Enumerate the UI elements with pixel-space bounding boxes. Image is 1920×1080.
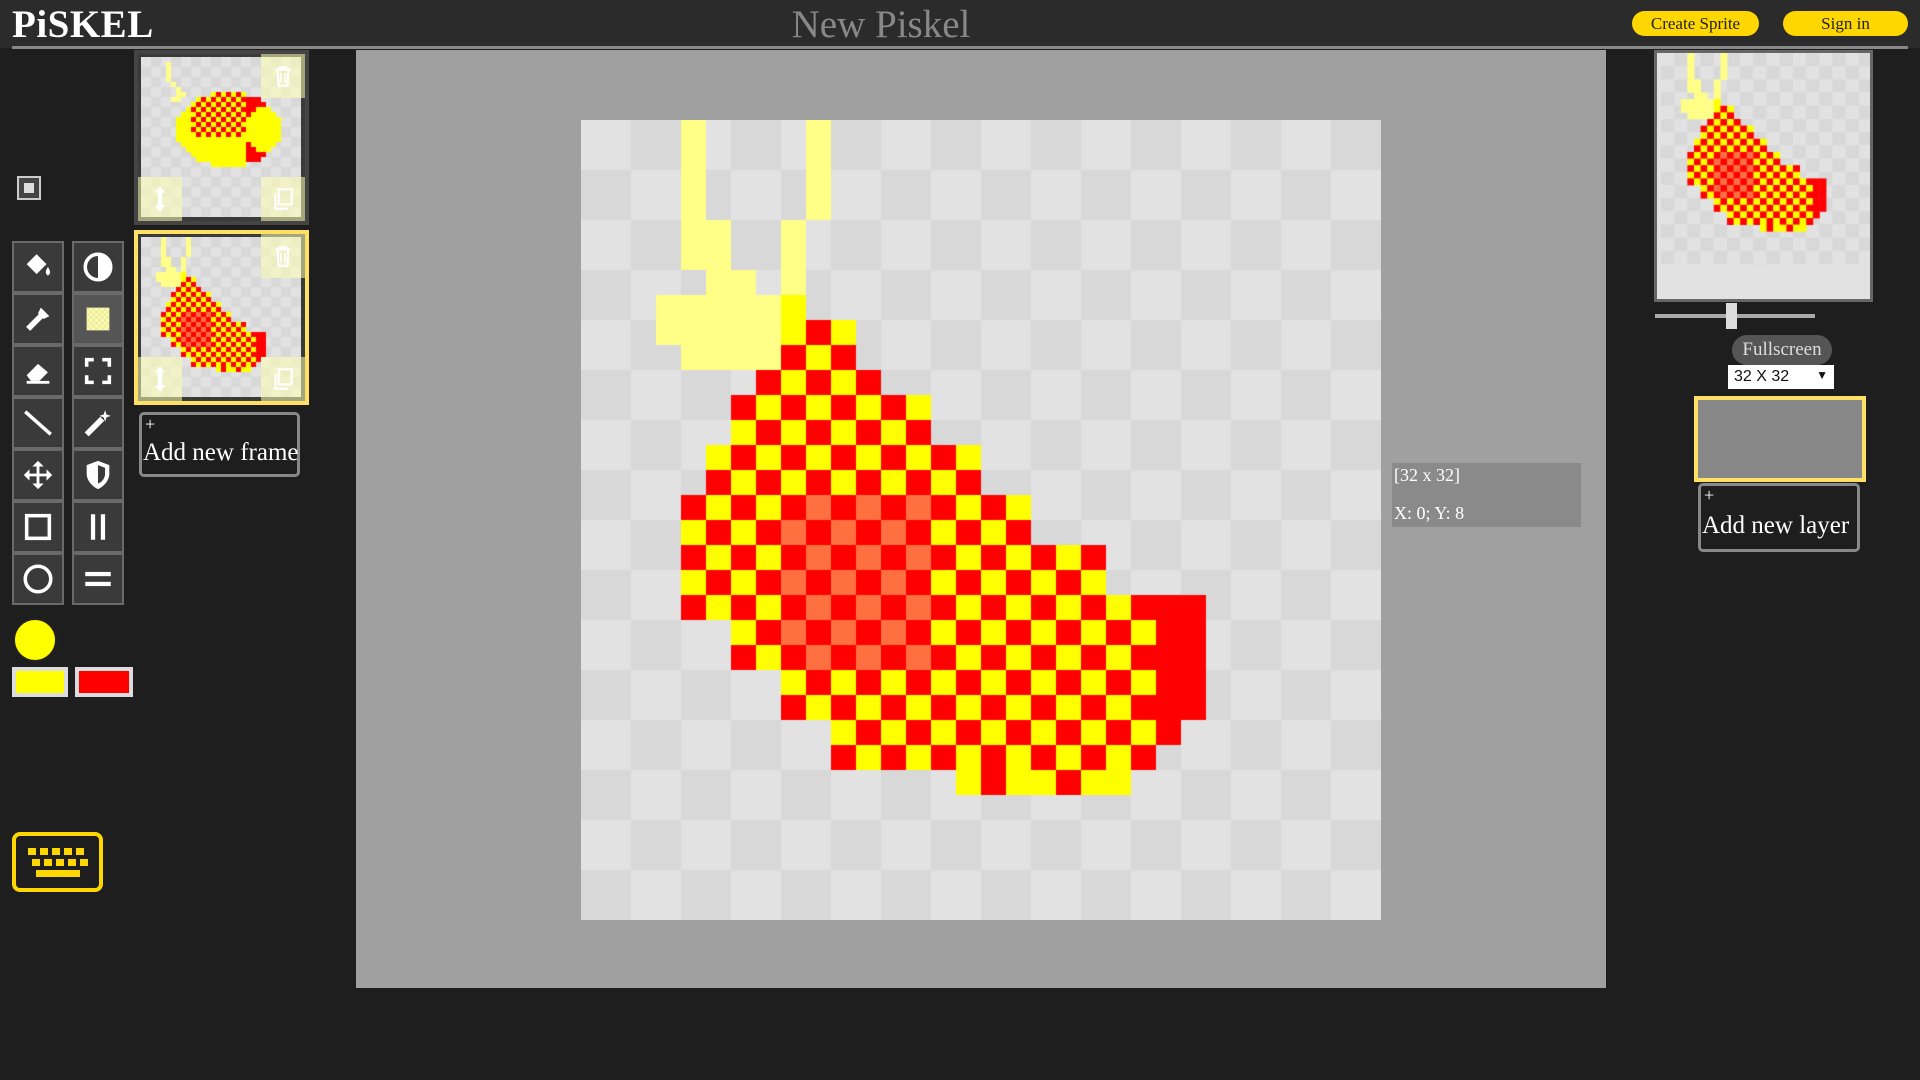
horizontal-mirror-pen-icon[interactable] [72, 553, 124, 605]
frame-thumbnail-2[interactable] [134, 230, 309, 405]
canvas-size-readout: [32 x 32] [1394, 465, 1460, 485]
line-tool-icon[interactable] [12, 397, 64, 449]
add-new-layer-button[interactable]: + Add new layer [1698, 483, 1860, 552]
lighten-tool-icon[interactable] [72, 241, 124, 293]
add-layer-label: Add new layer [1702, 512, 1850, 539]
add-frame-label: Add new frame [143, 439, 299, 466]
header-divider [12, 46, 1908, 49]
toggle-tools-icon[interactable] [17, 176, 41, 200]
drag-frame-icon[interactable] [138, 357, 182, 401]
layer-item[interactable] [1694, 396, 1866, 482]
eraser-tool-icon[interactable] [12, 345, 64, 397]
preview-size-value: 32 X 32 [1734, 368, 1790, 385]
dithering-tool-icon[interactable] [72, 293, 124, 345]
rectangle-select-tool-icon[interactable] [72, 345, 124, 397]
create-sprite-button[interactable]: Create Sprite [1632, 11, 1759, 36]
delete-frame-icon[interactable] [261, 54, 305, 98]
header: PiSKEL New Piskel Create Sprite Sign in [0, 0, 1920, 48]
duplicate-frame-icon[interactable] [261, 177, 305, 221]
vertical-mirror-pen-icon[interactable] [72, 501, 124, 553]
duplicate-frame-icon[interactable] [261, 357, 305, 401]
document-title[interactable]: New Piskel [0, 2, 1762, 47]
secondary-color-swatch[interactable] [75, 667, 133, 697]
add-new-frame-button[interactable]: + Add new frame [139, 412, 300, 477]
fps-slider-handle[interactable] [1726, 303, 1737, 329]
sign-in-button[interactable]: Sign in [1783, 11, 1908, 36]
paint-bucket-tool-icon[interactable] [12, 241, 64, 293]
magic-wand-tool-icon[interactable] [72, 397, 124, 449]
plus-icon: + [1704, 485, 1715, 505]
primary-color-swatch[interactable] [12, 667, 68, 697]
fullscreen-button[interactable]: Fullscreen [1732, 335, 1832, 365]
frame-thumbnail-1[interactable] [134, 50, 309, 225]
current-color-indicator [13, 618, 57, 662]
shape-select-tool-icon[interactable] [72, 449, 124, 501]
delete-frame-icon[interactable] [261, 234, 305, 278]
dropdown-arrow-icon: ▼ [1816, 368, 1828, 382]
animation-preview[interactable] [1654, 50, 1873, 302]
eyedropper-tool-icon[interactable] [12, 293, 64, 345]
plus-icon: + [145, 414, 156, 434]
cursor-info-panel: [32 x 32] X: 0; Y: 8 [1392, 463, 1581, 527]
cursor-coordinates-readout: X: 0; Y: 8 [1394, 503, 1465, 523]
preview-size-select[interactable]: 32 X 32 ▼ [1728, 365, 1834, 389]
drawing-canvas[interactable] [581, 120, 1381, 920]
keyboard-shortcuts-icon[interactable] [12, 832, 103, 892]
drag-frame-icon[interactable] [138, 177, 182, 221]
move-tool-icon[interactable] [12, 449, 64, 501]
circle-tool-icon[interactable] [12, 553, 64, 605]
rectangle-tool-icon[interactable] [12, 501, 64, 553]
